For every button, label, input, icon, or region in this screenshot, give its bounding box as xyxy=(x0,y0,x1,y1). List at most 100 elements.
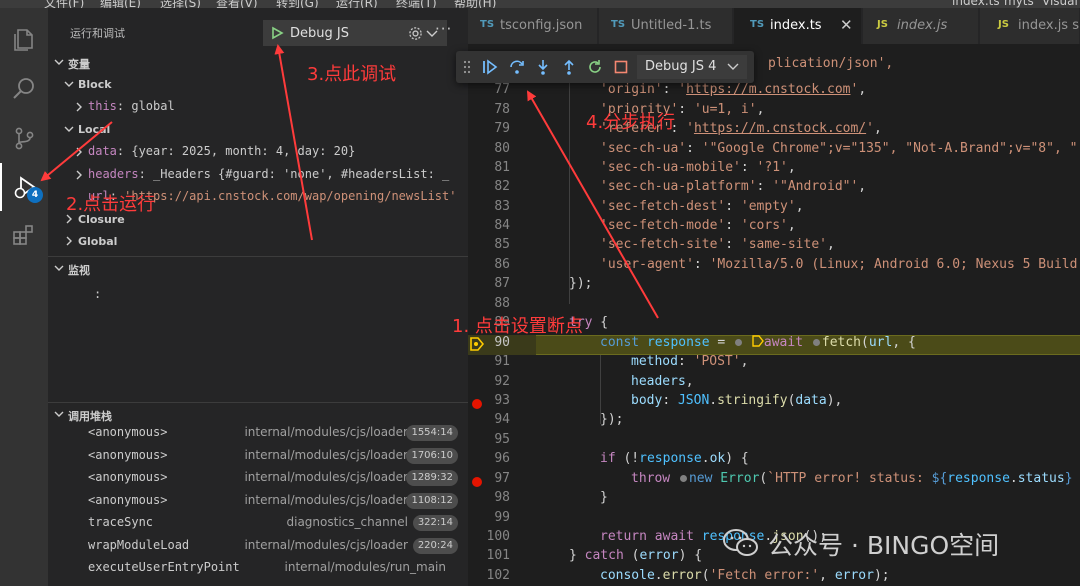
step-into-icon[interactable] xyxy=(534,58,552,76)
line-number[interactable]: 82 xyxy=(468,179,510,194)
menu-view[interactable]: 查看(V) xyxy=(216,0,258,8)
tab-untitled[interactable]: TS Untitled-1.ts xyxy=(599,8,733,44)
explorer-icon[interactable] xyxy=(0,16,48,64)
line-number[interactable]: 85 xyxy=(468,237,510,252)
menu-run[interactable]: 运行(R) xyxy=(336,0,378,8)
line-number[interactable]: 101 xyxy=(468,548,510,563)
line-number[interactable]: 84 xyxy=(468,218,510,233)
line-number[interactable]: 94 xyxy=(468,412,510,427)
line-number[interactable]: 95 xyxy=(468,432,510,447)
panel-header: 运行和调试 Debug JS ··· xyxy=(48,18,468,48)
code-line: }); xyxy=(600,412,624,427)
line-number[interactable]: 88 xyxy=(468,296,510,311)
frame-function: <anonymous> xyxy=(88,470,168,484)
window-title-app: Visual xyxy=(1042,0,1078,8)
variable-row[interactable]: headers: _Headers {#guard: 'none', #head… xyxy=(74,164,464,186)
frame-function: <anonymous> xyxy=(88,448,168,462)
line-number[interactable]: 81 xyxy=(468,160,510,175)
step-over-icon[interactable] xyxy=(508,58,526,76)
tab-index-js-src[interactable]: JS index.js src xyxy=(980,8,1080,44)
step-out-icon[interactable] xyxy=(560,58,578,76)
line-number[interactable]: 77 xyxy=(468,82,510,97)
line-number[interactable]: 100 xyxy=(468,529,510,544)
callstack-frame[interactable]: traceSync diagnostics_channel 322:14 xyxy=(48,512,468,534)
line-number[interactable]: 99 xyxy=(468,510,510,525)
menu-goto[interactable]: 转到(G) xyxy=(276,0,319,8)
line-number[interactable]: 83 xyxy=(468,199,510,214)
frame-function: executeUserEntryPoint xyxy=(88,560,240,574)
code-line: 'sec-fetch-site': 'same-site', xyxy=(600,237,835,252)
debug-session-select[interactable]: Debug JS 4 xyxy=(637,55,747,79)
line-number[interactable]: 79 xyxy=(468,121,510,136)
code-line: console.error('Fetch error:', error); xyxy=(600,568,890,583)
breakpoint-icon[interactable] xyxy=(472,477,482,487)
menu-file[interactable]: 文件(F) xyxy=(44,0,84,8)
frame-function: wrapModuleLoad xyxy=(88,538,190,552)
scope-local-label: Local xyxy=(78,123,111,136)
start-debug-icon[interactable] xyxy=(270,26,284,43)
menu-selection[interactable]: 选择(S) xyxy=(160,0,201,8)
frame-source: internal/modules/cjs/loader xyxy=(244,538,408,552)
frame-source: internal/modules/cjs/loader xyxy=(244,425,408,439)
line-number[interactable]: 91 xyxy=(468,354,510,369)
continue-icon[interactable] xyxy=(481,58,499,76)
menu-terminal[interactable]: 终端(T) xyxy=(396,0,437,8)
frame-source: internal/modules/run_main xyxy=(284,560,446,574)
watch-section-header[interactable]: 监视 xyxy=(48,258,468,280)
editor-tabs: TS tsconfig.json TS Untitled-1.ts TS ind… xyxy=(468,8,1080,44)
line-number[interactable]: 98 xyxy=(468,490,510,505)
wechat-logo-icon xyxy=(722,528,760,564)
menu-help[interactable]: 帮助(H) xyxy=(454,0,496,8)
variable-value: global xyxy=(131,99,175,113)
variable-row[interactable]: data: {year: 2025, month: 4, day: 20} xyxy=(74,141,464,163)
tab-index-ts[interactable]: TS index.ts ✕ xyxy=(734,8,862,44)
watch-empty-row[interactable]: : xyxy=(80,284,180,306)
javascript-file-icon: JS xyxy=(877,19,888,30)
callstack-frame[interactable]: <anonymous> internal/modules/cjs/loader … xyxy=(48,490,468,512)
execution-pointer-icon xyxy=(470,336,485,355)
tab-index-js[interactable]: JS index.js xyxy=(863,8,979,44)
callstack-frame[interactable]: <anonymous> internal/modules/cjs/loader … xyxy=(48,422,468,444)
drag-handle-icon[interactable] xyxy=(463,59,471,78)
typescript-file-icon: TS xyxy=(480,19,495,30)
callstack-frame[interactable]: wrapModuleLoad internal/modules/cjs/load… xyxy=(48,535,468,557)
frame-function: <anonymous> xyxy=(88,425,168,439)
restart-icon[interactable] xyxy=(586,58,604,76)
gear-icon[interactable] xyxy=(408,26,423,44)
chevron-right-icon xyxy=(74,101,84,115)
run-debug-icon[interactable]: 4 xyxy=(0,163,48,211)
variable-row[interactable]: this: global xyxy=(74,96,464,118)
more-actions-icon[interactable]: ··· xyxy=(435,20,452,38)
watch-title: 监视 xyxy=(68,264,90,277)
line-number[interactable]: 102 xyxy=(468,568,510,583)
stop-icon[interactable] xyxy=(612,58,630,76)
variable-name: data xyxy=(88,144,117,158)
extensions-icon[interactable] xyxy=(0,212,48,260)
debug-badge: 4 xyxy=(27,187,43,203)
callstack-frame[interactable]: <anonymous> internal/modules/cjs/loader … xyxy=(48,445,468,467)
code-line: headers, xyxy=(631,374,694,389)
variable-name: headers xyxy=(88,167,139,181)
variables-section-header[interactable]: 变量 xyxy=(48,52,468,74)
line-number[interactable]: 87 xyxy=(468,276,510,291)
frame-location-badge: 1706:10 xyxy=(406,448,458,464)
frame-location-badge: 1108:12 xyxy=(406,493,458,509)
watermark-text: 公众号 · BINGO空间 xyxy=(768,531,1000,560)
line-number[interactable]: 80 xyxy=(468,141,510,156)
close-icon[interactable]: ✕ xyxy=(840,16,853,34)
chevron-down-icon xyxy=(64,124,74,137)
code-line: body: JSON.stringify(data), xyxy=(631,393,843,408)
breakpoint-icon[interactable] xyxy=(472,399,482,409)
callstack-frame[interactable]: executeUserEntryPoint internal/modules/r… xyxy=(48,557,468,579)
line-number[interactable]: 78 xyxy=(468,102,510,117)
frame-source: internal/modules/cjs/loader xyxy=(244,493,408,507)
callstack-frame[interactable]: <anonymous> internal/modules/cjs/loader … xyxy=(48,467,468,489)
line-number[interactable]: 86 xyxy=(468,257,510,272)
line-number[interactable]: 96 xyxy=(468,451,510,466)
line-number[interactable]: 92 xyxy=(468,374,510,389)
search-icon[interactable] xyxy=(0,65,48,113)
code-line: throw new Error(`HTTP error! status: ${r… xyxy=(631,471,1073,486)
menu-edit[interactable]: 编辑(E) xyxy=(100,0,141,8)
tab-tsconfig[interactable]: TS tsconfig.json xyxy=(468,8,598,44)
source-control-icon[interactable] xyxy=(0,114,48,162)
